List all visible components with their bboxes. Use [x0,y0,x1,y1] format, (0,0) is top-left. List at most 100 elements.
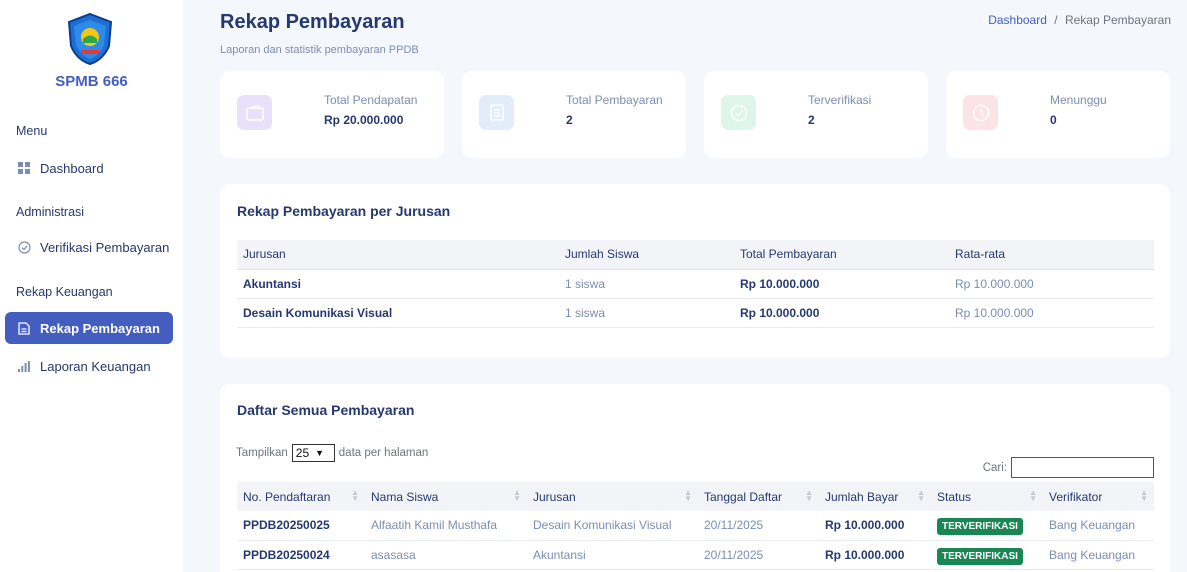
daftar-pembayaran-card: Daftar Semua Pembayaran Tampilkan 25 ▼ d… [220,384,1170,572]
sort-desc-icon: ▲ ▼ [351,488,359,503]
cell-tanggal: 20/11/2025 [698,540,819,570]
stat-value: Rp 20.000.000 [324,113,404,127]
cell-nama-siswa: Alfaatih Kamil Musthafa [365,511,527,541]
cell-total: Rp 10.000.000 [734,269,949,299]
sidebar-item-dashboard[interactable]: Dashboard [5,152,173,184]
sort-icon: ▲ ▼ [1029,488,1037,503]
breadcrumb-home-link[interactable]: Dashboard [988,13,1047,27]
sidebar-item-rekap-pembayaran[interactable]: Rekap Pembayaran [5,312,173,344]
table-row: PPDB20250024 asasasa Akuntansi 20/11/202… [237,540,1154,570]
sidebar-item-label: Dashboard [40,160,104,176]
breadcrumb-separator: / [1054,13,1058,27]
sidebar: SPMB 666 Menu Dashboard Administrasi Ver… [0,0,183,572]
sidebar-item-label: Rekap Pembayaran [40,320,160,336]
sidebar-item-label: Laporan Keuangan [40,358,151,374]
main-content: Rekap Pembayaran Laporan dan statistik p… [204,0,1187,572]
cell-jumlah-bayar: Rp 10.000.000 [819,511,931,541]
cell-jurusan: Akuntansi [237,269,559,299]
search-input[interactable] [1011,457,1154,478]
cell-jumlah-siswa: 1 siswa [559,298,734,328]
sidebar-item-laporan[interactable]: Laporan Keuangan [5,350,173,382]
breadcrumb-current: Rekap Pembayaran [1064,13,1171,27]
cell-status: TERVERIFIKASI [931,540,1043,570]
check-circle-icon [16,239,32,255]
clock-icon [963,95,998,130]
table-row: Desain Komunikasi Visual 1 siswa Rp 10.0… [237,298,1154,328]
column-header-jurusan[interactable]: Jurusan ▲ ▼ [527,482,698,511]
page-length-value: 25 [295,446,310,460]
grid-icon [16,160,32,176]
cell-verifikator: Bang Keuangan [1043,511,1154,541]
column-header: Jurusan [237,240,559,270]
stat-value: 0 [1050,113,1057,127]
column-header-no-pendaftaran[interactable]: No. Pendaftaran ▲ ▼ [237,482,365,511]
page-subtitle: Laporan dan statistik pembayaran PPDB [220,44,419,56]
table-row: PPDB20250025 Alfaatih Kamil Musthafa Des… [237,511,1154,541]
cell-nama-siswa: asasasa [365,540,527,570]
chevron-down-icon: ▼ [315,448,325,458]
card-title: Daftar Semua Pembayaran [237,402,415,418]
sort-icon: ▲ ▼ [805,488,813,503]
column-header: Total Pembayaran [734,240,949,270]
sort-icon: ▲ ▼ [917,488,925,503]
cell-total: Rp 10.000.000 [734,298,949,328]
cell-jumlah-siswa: 1 siswa [559,269,734,299]
card-title: Rekap Pembayaran per Jurusan [237,203,451,219]
menu-section-title: Menu [16,124,48,138]
sidebar-item-verifikasi[interactable]: Verifikasi Pembayaran [5,231,173,263]
stat-value: 2 [808,113,815,127]
status-badge: TERVERIFIKASI [937,547,1023,565]
column-header: Jumlah Siswa [559,240,734,270]
document-icon [16,320,32,336]
sort-icon: ▲ ▼ [513,488,521,503]
table-header-row: No. Pendaftaran ▲ ▼ Nama Siswa ▲ ▼ Jurusan ▲ ▼… [237,482,1154,511]
column-header: Rata-rata [949,240,1154,270]
cell-verifikator: Bang Keuangan [1043,540,1154,570]
sort-icon: ▲ ▼ [1140,488,1148,503]
stat-value: 2 [566,113,573,127]
cell-jumlah-bayar: Rp 10.000.000 [819,540,931,570]
bar-chart-icon [16,358,32,374]
column-header-nama-siswa[interactable]: Nama Siswa ▲ ▼ [365,482,527,511]
cell-rata-rata: Rp 10.000.000 [949,269,1154,299]
breadcrumb: Dashboard / Rekap Pembayaran [988,13,1171,27]
school-logo-icon[interactable] [63,12,117,66]
table-header-row: Jurusan Jumlah Siswa Total Pembayaran Ra… [237,240,1154,270]
rekap-jurusan-table: Jurusan Jumlah Siswa Total Pembayaran Ra… [237,240,1154,328]
cell-no-pendaftaran: PPDB20250025 [237,511,365,541]
stat-card-total-pendapatan: Total Pendapatan Rp 20.000.000 [220,71,444,158]
stat-label: Total Pendapatan [324,93,418,107]
length-suffix: data per halaman [338,447,429,459]
column-header-tanggal-daftar[interactable]: Tanggal Daftar ▲ ▼ [698,482,819,511]
cell-jurusan: Desain Komunikasi Visual [527,511,698,541]
cell-tanggal: 20/11/2025 [698,511,819,541]
stat-card-total-pembayaran: Total Pembayaran 2 [462,71,686,158]
page-length-control: Tampilkan 25 ▼ data per halaman [236,444,428,462]
stat-card-menunggu: Menunggu 0 [946,71,1170,158]
payments-table: No. Pendaftaran ▲ ▼ Nama Siswa ▲ ▼ Jurusan ▲ ▼… [237,482,1154,570]
cell-jurusan: Desain Komunikasi Visual [237,298,559,328]
cell-no-pendaftaran: PPDB20250024 [237,540,365,570]
status-badge: TERVERIFIKASI [937,518,1023,536]
column-header-verifikator[interactable]: Verifikator ▲ ▼ [1043,482,1154,511]
sidebar-item-label: Verifikasi Pembayaran [40,239,170,255]
check-circle-icon [721,95,756,130]
stat-label: Terverifikasi [808,93,872,107]
cell-status: TERVERIFIKASI [931,511,1043,541]
sort-icon: ▲ ▼ [684,488,692,503]
table-row: Akuntansi 1 siswa Rp 10.000.000 Rp 10.00… [237,269,1154,299]
cell-jurusan: Akuntansi [527,540,698,570]
column-header-status[interactable]: Status ▲ ▼ [931,482,1043,511]
stat-card-terverifikasi: Terverifikasi 2 [704,71,928,158]
column-header-jumlah-bayar[interactable]: Jumlah Bayar ▲ ▼ [819,482,931,511]
page-title: Rekap Pembayaran [220,11,405,33]
app-brand: SPMB 666 [55,73,128,90]
page-length-select[interactable]: 25 ▼ [291,444,335,462]
wallet-icon [237,95,272,130]
administrasi-section-title: Administrasi [16,205,85,219]
receipt-icon [479,95,514,130]
stat-label: Total Pembayaran [566,93,663,107]
length-prefix: Tampilkan [236,447,288,459]
rekap-per-jurusan-card: Rekap Pembayaran per Jurusan Jurusan Jum… [220,184,1170,358]
search-label: Cari: [982,461,1007,474]
